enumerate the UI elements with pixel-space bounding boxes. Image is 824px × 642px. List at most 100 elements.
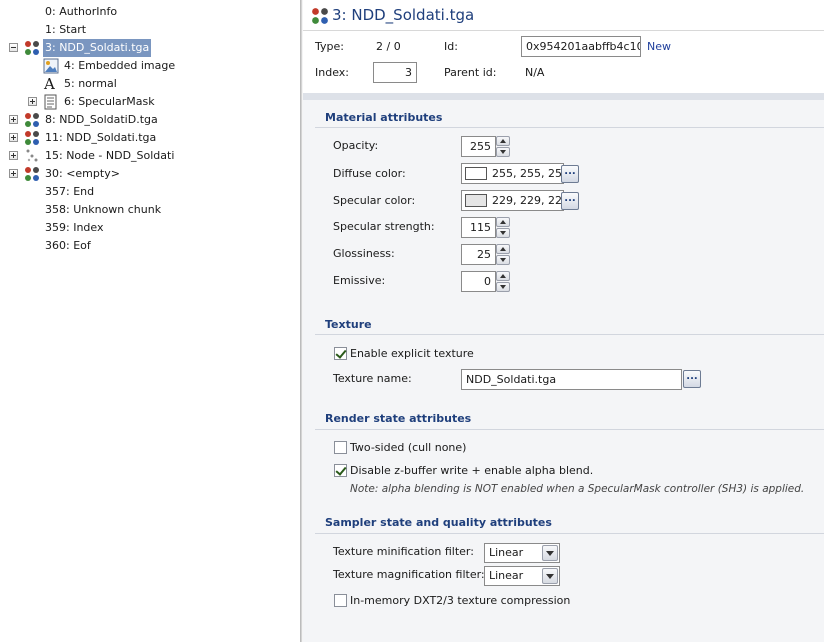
material-section-title: Material attributes bbox=[325, 111, 443, 124]
texture-name-field[interactable]: NDD_Soldati.tga bbox=[461, 369, 682, 390]
disable-zbuffer-label[interactable]: Disable z-buffer write + enable alpha bl… bbox=[350, 464, 593, 478]
tree-item-label[interactable]: 11: NDD_Soldati.tga bbox=[43, 129, 158, 147]
new-id-link[interactable]: New bbox=[647, 40, 671, 54]
expand-toggle[interactable] bbox=[9, 115, 18, 124]
opacity-label: Opacity: bbox=[333, 139, 379, 152]
document-icon bbox=[44, 94, 57, 110]
emissive-label: Emissive: bbox=[333, 274, 386, 287]
section-divider bbox=[315, 429, 824, 430]
specular-color-swatch bbox=[465, 194, 487, 207]
image-icon bbox=[43, 58, 59, 74]
tree-item-label[interactable]: 6: SpecularMask bbox=[62, 93, 157, 111]
id-label: Id: bbox=[444, 40, 458, 53]
glossiness-spinner[interactable] bbox=[496, 244, 510, 265]
chunk-meta: Type: 2 / 0 Id: 0x954201aabffb4c10 New I… bbox=[303, 31, 824, 93]
min-filter-value: Linear bbox=[489, 546, 524, 559]
enable-texture-label[interactable]: Enable explicit texture bbox=[350, 347, 474, 361]
specular-strength-label: Specular strength: bbox=[333, 220, 435, 233]
texture-section-title: Texture bbox=[325, 318, 372, 331]
node-icon bbox=[26, 149, 38, 162]
expand-toggle[interactable] bbox=[9, 151, 18, 160]
emissive-spinner[interactable] bbox=[496, 271, 510, 292]
expand-toggle[interactable] bbox=[9, 169, 18, 178]
min-filter-select[interactable]: Linear bbox=[484, 543, 560, 563]
disable-zbuffer-checkbox[interactable] bbox=[334, 464, 347, 477]
tree-item-label[interactable]: 8: NDD_SoldatiD.tga bbox=[43, 111, 160, 129]
specular-color-field[interactable]: 229, 229, 229 bbox=[461, 190, 564, 211]
material-icon bbox=[25, 131, 39, 145]
tree-item-label[interactable]: 15: Node - NDD_Soldati bbox=[43, 147, 176, 165]
tree-item-label[interactable]: 358: Unknown chunk bbox=[43, 201, 163, 219]
glossiness-label: Glossiness: bbox=[333, 247, 395, 260]
chevron-down-icon[interactable] bbox=[542, 568, 558, 584]
chunk-tree[interactable]: 0: AuthorInfo 1: Start 3: NDD_Soldati.tg… bbox=[0, 0, 300, 642]
spin-down-icon[interactable] bbox=[496, 282, 510, 292]
property-panel: 3: NDD_Soldati.tga Type: 2 / 0 Id: 0x954… bbox=[303, 0, 824, 642]
mag-filter-select[interactable]: Linear bbox=[484, 566, 560, 586]
attributes-panel: Material attributes Opacity: 255 Diffuse… bbox=[303, 100, 824, 642]
parent-id-label: Parent id: bbox=[444, 66, 497, 79]
font-icon: A bbox=[44, 75, 55, 93]
spin-up-icon[interactable] bbox=[496, 244, 510, 254]
sampler-section-title: Sampler state and quality attributes bbox=[325, 516, 552, 529]
type-label: Type: bbox=[315, 40, 344, 53]
specular-color-value: 229, 229, 229 bbox=[492, 194, 564, 207]
spin-up-icon[interactable] bbox=[496, 136, 510, 146]
enable-texture-checkbox[interactable] bbox=[334, 347, 347, 360]
diffuse-color-field[interactable]: 255, 255, 255 bbox=[461, 163, 564, 184]
spin-down-icon[interactable] bbox=[496, 228, 510, 238]
tree-item-selected[interactable]: 3: NDD_Soldati.tga bbox=[0, 39, 300, 57]
spin-down-icon[interactable] bbox=[496, 255, 510, 265]
section-divider bbox=[315, 533, 824, 534]
specular-color-picker-button[interactable]: ... bbox=[561, 192, 579, 210]
tree-item-label[interactable]: 30: <empty> bbox=[43, 165, 122, 183]
glossiness-field[interactable]: 25 bbox=[461, 244, 496, 265]
tree-item-label[interactable]: 4: Embedded image bbox=[62, 57, 177, 75]
browse-texture-button[interactable]: ... bbox=[683, 370, 701, 388]
two-sided-label[interactable]: Two-sided (cull none) bbox=[350, 441, 466, 455]
opacity-spinner[interactable] bbox=[496, 136, 510, 157]
dxt-compression-label[interactable]: In-memory DXT2/3 texture compression bbox=[350, 594, 570, 608]
expand-toggle[interactable] bbox=[9, 133, 18, 142]
dxt-compression-checkbox[interactable] bbox=[334, 594, 347, 607]
page-title: 3: NDD_Soldati.tga bbox=[332, 6, 475, 24]
min-filter-label: Texture minification filter: bbox=[333, 545, 474, 558]
section-divider bbox=[315, 334, 824, 335]
expand-toggle[interactable] bbox=[28, 97, 37, 106]
collapse-toggle[interactable] bbox=[9, 43, 18, 52]
tree-item-label[interactable]: 5: normal bbox=[62, 75, 119, 93]
texture-name-label: Texture name: bbox=[333, 372, 412, 385]
emissive-field[interactable]: 0 bbox=[461, 271, 496, 292]
two-sided-checkbox[interactable] bbox=[334, 441, 347, 454]
material-icon bbox=[25, 41, 39, 55]
spin-down-icon[interactable] bbox=[496, 147, 510, 157]
spin-up-icon[interactable] bbox=[496, 217, 510, 227]
separator-bar bbox=[303, 93, 824, 100]
material-icon bbox=[312, 8, 328, 24]
specular-color-label: Specular color: bbox=[333, 194, 416, 207]
material-icon bbox=[25, 167, 39, 181]
alpha-blend-note: Note: alpha blending is NOT enabled when… bbox=[350, 483, 805, 495]
opacity-field[interactable]: 255 bbox=[461, 136, 496, 157]
id-field[interactable]: 0x954201aabffb4c10 bbox=[521, 36, 641, 57]
index-label: Index: bbox=[315, 66, 349, 79]
specular-strength-field[interactable]: 115 bbox=[461, 217, 496, 238]
tree-item-label[interactable]: 1: Start bbox=[43, 21, 88, 39]
parent-id-value: N/A bbox=[525, 66, 545, 79]
diffuse-color-value: 255, 255, 255 bbox=[492, 167, 564, 180]
index-field[interactable]: 3 bbox=[373, 62, 417, 83]
specular-strength-spinner[interactable] bbox=[496, 217, 510, 238]
type-value: 2 / 0 bbox=[376, 40, 401, 53]
spin-up-icon[interactable] bbox=[496, 271, 510, 281]
section-divider bbox=[315, 127, 824, 128]
tree-item-label[interactable]: 359: Index bbox=[43, 219, 105, 237]
tree-item-label[interactable]: 3: NDD_Soldati.tga bbox=[43, 39, 152, 57]
tree-item-label[interactable]: 0: AuthorInfo bbox=[43, 3, 119, 21]
tree-item-label[interactable]: 360: Eof bbox=[43, 237, 93, 255]
tree-item-label[interactable]: 357: End bbox=[43, 183, 96, 201]
diffuse-color-picker-button[interactable]: ... bbox=[561, 165, 579, 183]
diffuse-color-swatch bbox=[465, 167, 487, 180]
render-section-title: Render state attributes bbox=[325, 412, 472, 425]
chevron-down-icon[interactable] bbox=[542, 545, 558, 561]
material-icon bbox=[25, 113, 39, 127]
